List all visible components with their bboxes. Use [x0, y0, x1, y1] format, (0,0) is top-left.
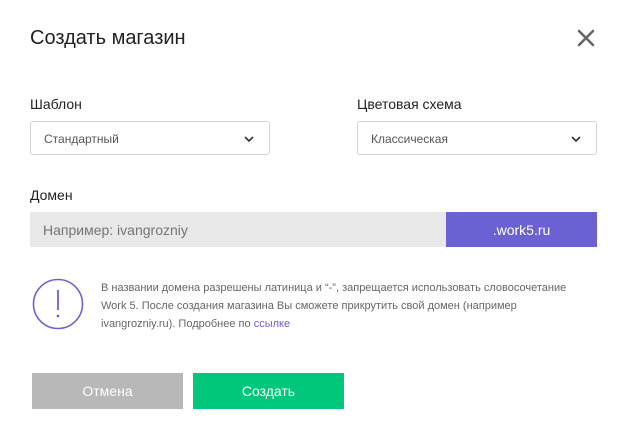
template-label: Шаблон: [30, 96, 82, 112]
details-link[interactable]: ссылке: [254, 318, 290, 330]
exclamation-circle-icon: [32, 278, 84, 330]
domain-input[interactable]: [30, 212, 446, 247]
color-scheme-select-value: Классическая: [371, 132, 448, 146]
chevron-down-icon: [244, 136, 254, 143]
dialog-title: Создать магазин: [30, 27, 186, 49]
template-select[interactable]: Стандартный: [30, 121, 270, 155]
create-button[interactable]: Создать: [193, 373, 344, 409]
domain-note: В названии домена разрешены латиница и “…: [101, 279, 571, 333]
domain-label: Домен: [30, 187, 73, 203]
domain-suffix: .work5.ru: [446, 212, 597, 247]
close-icon[interactable]: [574, 26, 598, 50]
color-scheme-select[interactable]: Классическая: [357, 121, 597, 155]
domain-note-text: В названии домена разрешены латиница и “…: [101, 282, 567, 330]
color-scheme-label: Цветовая схема: [357, 96, 462, 112]
cancel-button[interactable]: Отмена: [32, 373, 183, 409]
template-select-value: Стандартный: [44, 132, 119, 146]
chevron-down-icon: [571, 136, 581, 143]
